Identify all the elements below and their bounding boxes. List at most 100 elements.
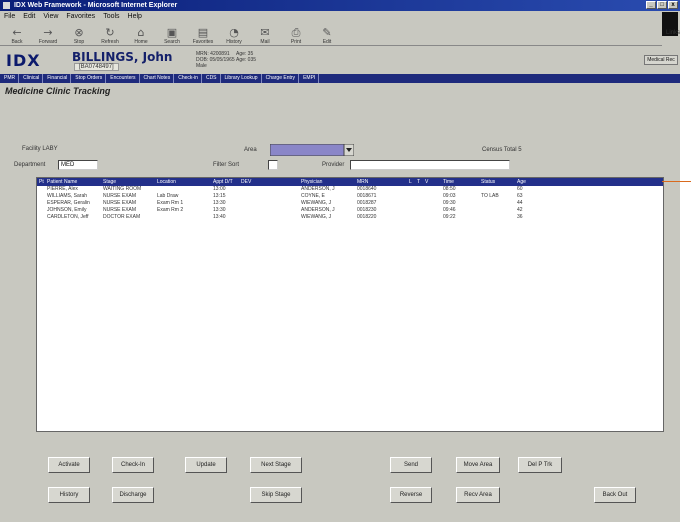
table-cell: WILLIAMS, Sarah [47, 193, 88, 199]
menu-file[interactable]: File [4, 11, 15, 22]
discharge-button[interactable]: Discharge [112, 487, 154, 503]
table-cell [37, 186, 45, 193]
table-cell: 09:03 [443, 193, 456, 199]
reverse-button[interactable]: Reverse [390, 487, 432, 503]
area-dropdown[interactable] [270, 144, 354, 156]
tab-stop-orders[interactable]: Stop Orders [72, 74, 107, 83]
column-header[interactable]: Patient Name [45, 178, 101, 186]
table-cell [239, 193, 299, 200]
skip-stage-button[interactable]: Skip Stage [250, 487, 302, 503]
stop-button[interactable]: ⊗ Stop [65, 23, 93, 46]
forward-button[interactable]: → Forward [34, 23, 62, 46]
column-header[interactable]: Pt [37, 178, 45, 186]
column-header[interactable]: Location [155, 178, 211, 186]
minimize-icon[interactable]: _ [646, 1, 656, 9]
column-header[interactable]: Status [479, 178, 515, 186]
tab-charge-entry[interactable]: Charge Entry [263, 74, 300, 83]
next-stage-button[interactable]: Next Stage [250, 457, 302, 473]
tab-library-lookup[interactable]: Library Lookup [222, 74, 262, 83]
table-cell: WAITING ROOM [103, 186, 142, 192]
medical-record-button[interactable]: Medical Rec [644, 55, 678, 65]
history-button[interactable]: History [48, 487, 90, 503]
mail-button[interactable]: ✉ Mail [251, 23, 279, 46]
stop-icon: ⊗ [74, 26, 84, 39]
home-button[interactable]: ⌂ Home [127, 23, 155, 46]
navigation-tabs: PMR Clinical Financial Stop Orders Encou… [0, 74, 680, 83]
facility-label: Facility LABY [22, 146, 58, 152]
table-cell: 08:50 [443, 186, 456, 192]
tab-clinical[interactable]: Clinical [20, 74, 44, 83]
column-header[interactable]: Stage [101, 178, 155, 186]
table-cell: ANDERSON, J [301, 186, 335, 192]
table-cell: WIEWANG, J [301, 200, 332, 206]
menu-edit[interactable]: Edit [23, 11, 35, 22]
provider-input[interactable] [350, 160, 510, 170]
column-header[interactable]: Age [515, 178, 541, 186]
column-header[interactable]: MRN [355, 178, 407, 186]
table-cell: Exam Rm 2 [157, 207, 184, 213]
department-input[interactable]: MED [58, 160, 98, 170]
column-header[interactable]: V [423, 178, 441, 186]
table-row[interactable]: CARDLETON, Jeff DOCTOR EXAM 13:40 WIEWANG, … [37, 214, 663, 221]
activate-button[interactable]: Activate [48, 457, 90, 473]
send-button[interactable]: Send [390, 457, 432, 473]
table-cell: 36 [517, 214, 523, 220]
column-header[interactable]: DEV [239, 178, 299, 186]
table-cell: ESPERAR, Geralin [47, 200, 90, 206]
history-button[interactable]: ◔ History [220, 23, 248, 46]
search-button[interactable]: ▣ Search [158, 23, 186, 46]
favorites-button[interactable]: ▤ Favorites [189, 23, 217, 46]
table-row[interactable]: JOHNSON, Emily NURSE EXAM Exam Rm 2 13:30 AN… [37, 207, 663, 214]
delete-tracking-button[interactable]: Del P Trk [518, 457, 562, 473]
table-cell: 44 [517, 200, 523, 206]
tab-pmr[interactable]: PMR [1, 74, 20, 83]
column-header[interactable]: L [407, 178, 415, 186]
table-cell: 13:15 [213, 193, 226, 199]
back-out-button[interactable]: Back Out [594, 487, 636, 503]
grid-body: PIERRE, Alex WAITING ROOM 13:00 ANDERSON, J… [37, 186, 663, 221]
receive-area-button[interactable]: Recv Area [456, 487, 500, 503]
table-cell [407, 207, 415, 214]
tab-check-in[interactable]: Check-in [175, 74, 202, 83]
table-cell: CARDLETON, Jeff [47, 214, 89, 220]
update-button[interactable]: Update [185, 457, 227, 473]
tab-empi[interactable]: EMPI [300, 74, 320, 83]
column-header[interactable]: T [415, 178, 423, 186]
table-cell: 0018220 [357, 214, 377, 220]
filter-sort-input[interactable] [268, 160, 278, 170]
print-button[interactable]: ⎙ Print [282, 23, 310, 46]
menu-help[interactable]: Help [128, 11, 142, 22]
edit-button[interactable]: ✎ Edit [313, 23, 341, 46]
menu-favorites[interactable]: Favorites [66, 11, 95, 22]
table-cell: 42 [517, 207, 523, 213]
close-icon[interactable]: x [668, 1, 678, 9]
tab-encounters[interactable]: Encounters [107, 74, 140, 83]
menu-view[interactable]: View [43, 11, 58, 22]
browser-toolbar: ← Back → Forward ⊗ Stop ↻ Refresh ⌂ Home ▣ Sea… [0, 22, 662, 46]
move-area-button[interactable]: Move Area [456, 457, 500, 473]
table-row[interactable]: WILLIAMS, Sarah NURSE EXAM Lab Draw 13:15 CO… [37, 193, 663, 200]
table-cell [239, 207, 299, 214]
column-header[interactable]: Physician [299, 178, 355, 186]
tab-financial[interactable]: Financial [44, 74, 72, 83]
column-header[interactable]: Time [441, 178, 479, 186]
menu-tools[interactable]: Tools [103, 11, 119, 22]
provider-label: Provider [322, 162, 345, 168]
maximize-icon[interactable]: □ [657, 1, 667, 9]
table-cell [37, 200, 45, 207]
table-cell: Exam Rm 1 [157, 200, 184, 206]
table-row[interactable]: ESPERAR, Geralin NURSE EXAM Exam Rm 1 13:30… [37, 200, 663, 207]
back-button[interactable]: ← Back [3, 23, 31, 46]
check-in-button[interactable]: Check-In [112, 457, 154, 473]
table-cell [479, 186, 515, 193]
links-label[interactable]: Links [666, 30, 680, 36]
page-title: Medicine Clinic Tracking [5, 86, 111, 96]
window-title-bar: IDX Web Framework - Microsoft Internet E… [0, 0, 680, 11]
mail-icon: ✉ [260, 26, 270, 39]
column-header[interactable]: Appt D/T [211, 178, 239, 186]
tab-cds[interactable]: CDS [203, 74, 221, 83]
tab-chart-notes[interactable]: Chart Notes [141, 74, 175, 83]
refresh-button[interactable]: ↻ Refresh [96, 23, 124, 46]
table-row[interactable]: PIERRE, Alex WAITING ROOM 13:00 ANDERSON, J… [37, 186, 663, 193]
table-cell: PIERRE, Alex [47, 186, 78, 192]
